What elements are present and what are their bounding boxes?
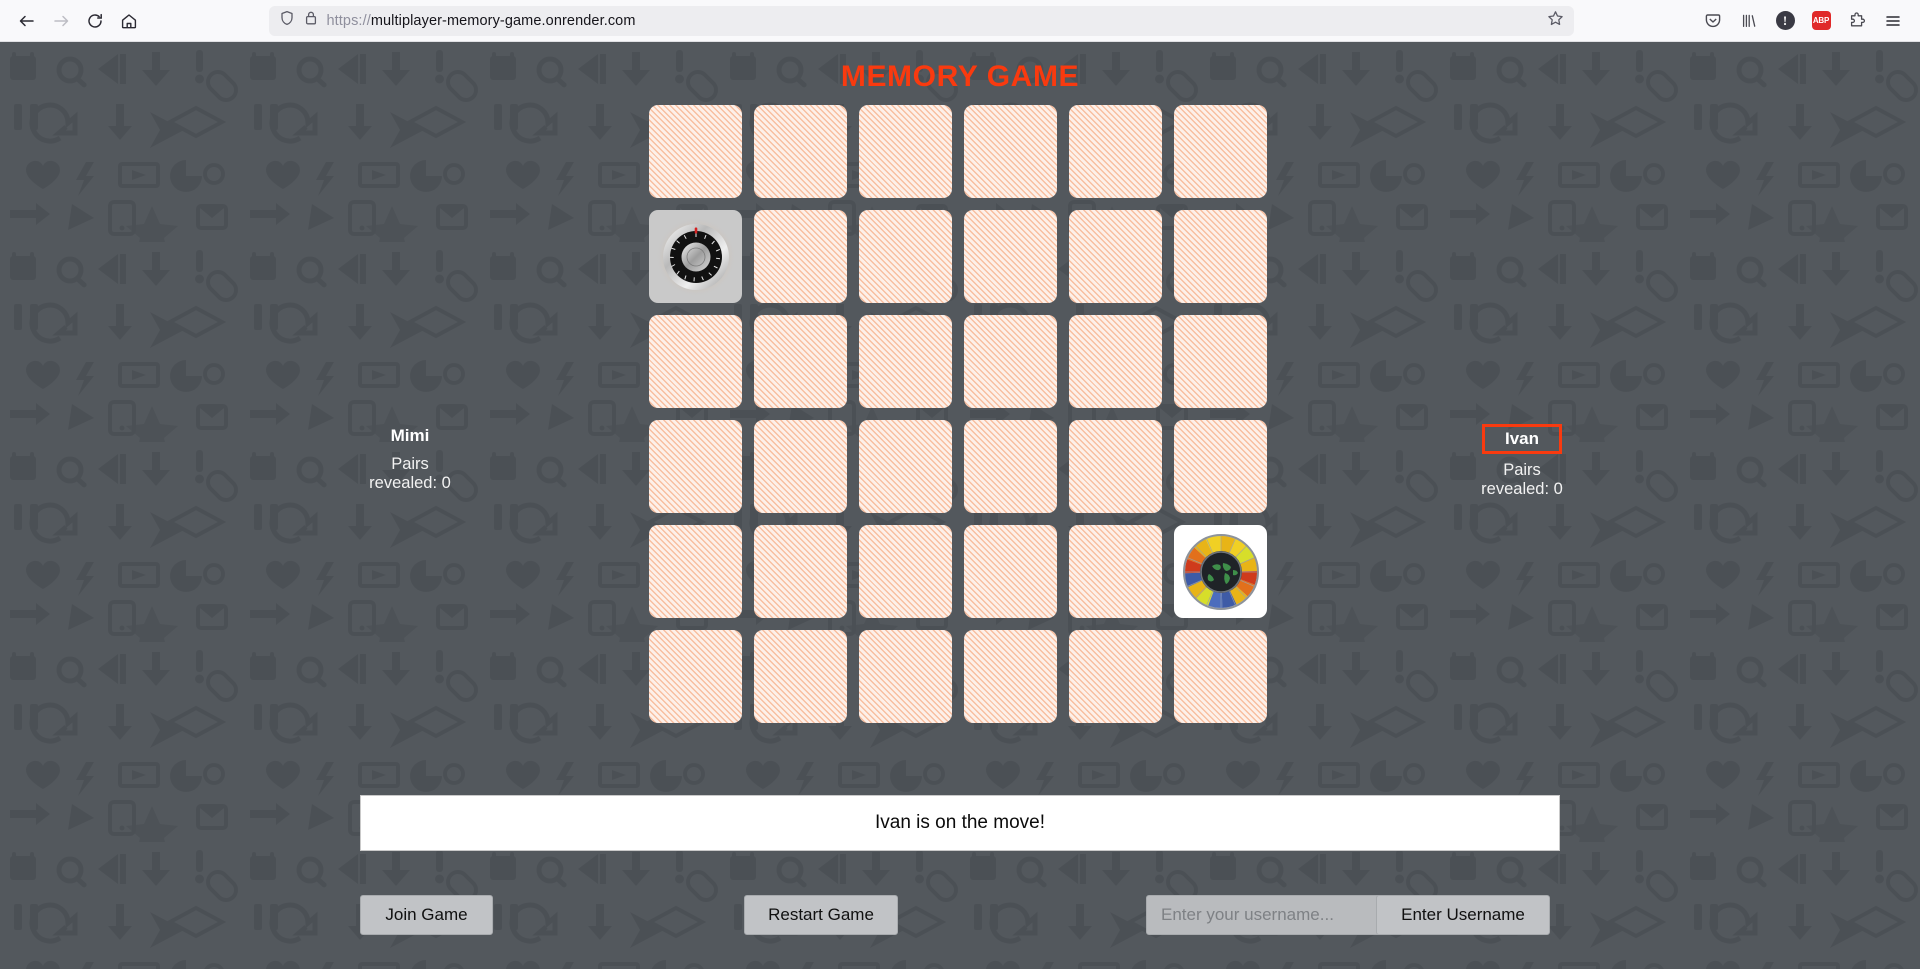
account-icon[interactable]: ! (1768, 4, 1802, 38)
memory-card[interactable] (1069, 105, 1162, 198)
memory-card[interactable] (1174, 315, 1267, 408)
memory-card[interactable] (649, 525, 742, 618)
reload-button[interactable] (78, 4, 112, 38)
memory-card[interactable] (754, 630, 847, 723)
memory-card-revealed[interactable] (1174, 525, 1267, 618)
star-icon[interactable] (1547, 10, 1564, 32)
status-message: Ivan is on the move! (360, 795, 1560, 851)
address-bar[interactable]: https://multiplayer-memory-game.onrender… (268, 5, 1574, 36)
memory-card[interactable] (1069, 315, 1162, 408)
page-title: MEMORY GAME (840, 60, 1080, 93)
player-name-right: Ivan (1481, 424, 1563, 454)
join-game-button[interactable]: Join Game (360, 895, 493, 935)
player-panel-right: Ivan Pairs revealed: 0 (1432, 424, 1612, 499)
lock-icon[interactable] (304, 10, 318, 31)
back-button[interactable] (10, 4, 44, 38)
pocket-icon[interactable] (1696, 4, 1730, 38)
world-clock-wheel-icon (1182, 533, 1259, 610)
url-text[interactable]: https://multiplayer-memory-game.onrender… (327, 13, 1538, 29)
memory-card[interactable] (859, 525, 952, 618)
memory-card[interactable] (754, 210, 847, 303)
memory-card[interactable] (1069, 630, 1162, 723)
player-panel-left: Mimi Pairs revealed: 0 (320, 424, 500, 493)
controls-row: Join Game Restart Game Enter Username (360, 895, 1560, 935)
player-score-right: Pairs revealed: 0 (1432, 461, 1612, 499)
memory-card[interactable] (1069, 525, 1162, 618)
menu-icon[interactable] (1876, 4, 1910, 38)
browser-toolbar: https://multiplayer-memory-game.onrender… (0, 0, 1920, 42)
game-page: MEMORY GAME Mimi Pairs revealed: 0 Ivan … (0, 42, 1920, 969)
memory-card[interactable] (649, 630, 742, 723)
memory-card[interactable] (1174, 210, 1267, 303)
player-score-label-left: Pairs (391, 455, 429, 473)
toolbar-right-group: ! ABP (1696, 4, 1910, 38)
memory-card[interactable] (649, 315, 742, 408)
player-score-value-left: revealed: 0 (369, 474, 451, 492)
memory-card[interactable] (859, 210, 952, 303)
memory-card[interactable] (754, 420, 847, 513)
url-scheme: https:// (326, 12, 371, 29)
memory-card-revealed[interactable] (649, 210, 742, 303)
memory-card[interactable] (754, 315, 847, 408)
forward-button[interactable] (44, 4, 78, 38)
memory-card[interactable] (649, 105, 742, 198)
player-name-left: Mimi (390, 426, 430, 445)
restart-game-button[interactable]: Restart Game (744, 895, 898, 935)
memory-card[interactable] (964, 525, 1057, 618)
extensions-icon[interactable] (1840, 4, 1874, 38)
memory-card[interactable] (859, 105, 952, 198)
memory-card-grid (649, 105, 1271, 723)
memory-card[interactable] (964, 105, 1057, 198)
player-score-value-right: revealed: 0 (1481, 480, 1563, 498)
enter-username-button[interactable]: Enter Username (1376, 895, 1550, 935)
library-icon[interactable] (1732, 4, 1766, 38)
urlbar-container: https://multiplayer-memory-game.onrender… (146, 5, 1696, 36)
memory-card[interactable] (859, 420, 952, 513)
memory-card[interactable] (1174, 105, 1267, 198)
memory-card[interactable] (964, 210, 1057, 303)
player-score-left: Pairs revealed: 0 (320, 455, 500, 493)
shield-icon[interactable] (279, 10, 295, 31)
memory-card[interactable] (859, 630, 952, 723)
player-score-label-right: Pairs (1503, 461, 1541, 479)
adblock-icon[interactable]: ABP (1804, 4, 1838, 38)
memory-card[interactable] (859, 315, 952, 408)
username-input[interactable] (1146, 895, 1386, 935)
memory-card[interactable] (649, 420, 742, 513)
memory-card[interactable] (754, 105, 847, 198)
memory-card[interactable] (964, 630, 1057, 723)
home-button[interactable] (112, 4, 146, 38)
adblock-badge-label: ABP (1811, 11, 1831, 30)
memory-card[interactable] (754, 525, 847, 618)
memory-card[interactable] (1069, 420, 1162, 513)
account-badge-label: ! (1775, 11, 1795, 30)
safe-dial-icon (652, 213, 739, 300)
memory-card[interactable] (964, 420, 1057, 513)
memory-card[interactable] (1174, 630, 1267, 723)
memory-card[interactable] (1174, 420, 1267, 513)
memory-card[interactable] (1069, 210, 1162, 303)
memory-card[interactable] (964, 315, 1057, 408)
url-host: multiplayer-memory-game.onrender.com (370, 12, 636, 29)
